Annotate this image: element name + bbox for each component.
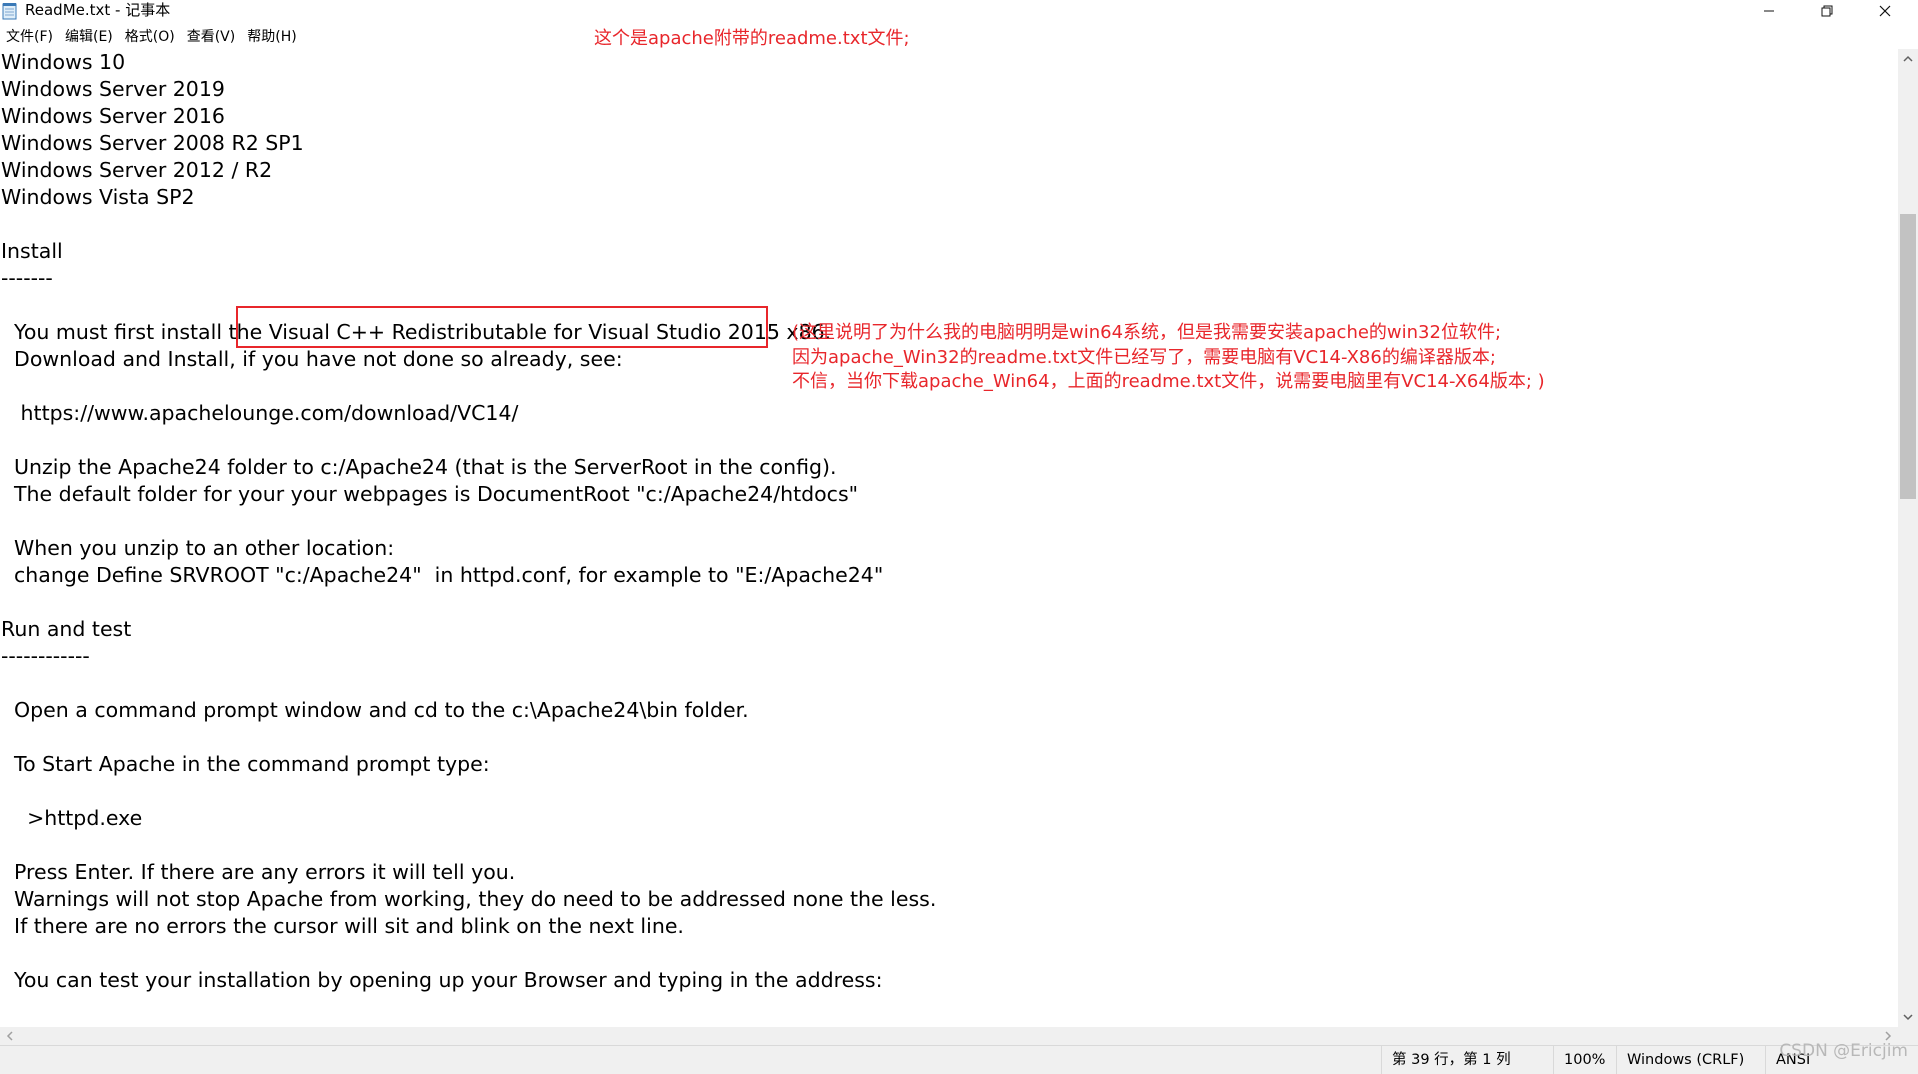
notepad-icon: [2, 2, 18, 20]
menu-view[interactable]: 查看(V): [181, 26, 242, 48]
title-bar: ReadMe.txt - 记事本: [0, 0, 1918, 22]
status-zoom: 100%: [1553, 1046, 1605, 1074]
text-line: Windows Server 2016: [1, 104, 225, 128]
minimize-button[interactable]: [1741, 0, 1797, 22]
scrollbar-thumb[interactable]: [1900, 214, 1916, 499]
annotation-side-note-line: 因为apache_Win32的readme.txt文件已经写了，需要电脑有VC1…: [792, 347, 1496, 368]
text-line: [1, 724, 936, 751]
text-line: >httpd.exe: [1, 806, 143, 830]
text-line: Windows Server 2012 / R2: [1, 158, 273, 182]
text-line: When you unzip to an other location:: [1, 536, 395, 560]
text-line: change Define SRVROOT "c:/Apache24" in h…: [1, 563, 884, 587]
text-line: [1, 427, 936, 454]
menu-bar: 文件(F) 编辑(E) 格式(O) 查看(V) 帮助(H): [0, 26, 303, 48]
text-line: Install: [1, 239, 63, 263]
annotation-side-note-line: (这里说明了为什么我的电脑明明是win64系统，但是我需要安装apache的wi…: [792, 322, 1502, 343]
text-line: Open a command prompt window and cd to t…: [1, 698, 749, 722]
text-line: -------: [1, 266, 53, 290]
menu-format[interactable]: 格式(O): [119, 26, 181, 48]
annotation-top-note: 这个是apache附带的readme.txt文件;: [594, 28, 910, 49]
close-button[interactable]: [1857, 0, 1913, 22]
scroll-up-icon[interactable]: [1898, 49, 1918, 69]
menu-file[interactable]: 文件(F): [0, 26, 59, 48]
notepad-window: ReadMe.txt - 记事本 文件(F) 编辑(E) 格式(O) 查看(V)…: [0, 0, 1918, 1074]
text-line: To Start Apache in the command prompt ty…: [1, 752, 490, 776]
annotation-side-note-line: 不信，当你下载apache_Win64，上面的readme.txt文件，说需要电…: [792, 371, 1545, 392]
text-line: [1, 670, 936, 697]
window-title: ReadMe.txt - 记事本: [25, 1, 171, 19]
text-line: Press Enter. If there are any errors it …: [1, 860, 516, 884]
scroll-left-icon[interactable]: [0, 1027, 20, 1045]
text-line: https://www.apachelounge.com/download/VC…: [1, 401, 519, 425]
text-line: The default folder for your your webpage…: [1, 482, 859, 506]
text-line: [1, 832, 936, 859]
text-line: If there are no errors the cursor will s…: [1, 914, 684, 938]
text-line: Windows Server 2019: [1, 77, 225, 101]
text-line: [1, 778, 936, 805]
text-line: [1, 211, 936, 238]
status-bar: 第 39 行，第 1 列 100% Windows (CRLF) ANSI: [0, 1045, 1918, 1074]
text-line: You can test your installation by openin…: [1, 968, 883, 992]
text-line: Windows Vista SP2: [1, 185, 195, 209]
status-line-ending: Windows (CRLF): [1616, 1046, 1744, 1074]
text-line: [1, 940, 936, 967]
horizontal-scrollbar[interactable]: [0, 1027, 1898, 1045]
restore-button[interactable]: [1799, 0, 1855, 22]
restore-icon: [1821, 2, 1833, 21]
vertical-scrollbar[interactable]: [1898, 49, 1918, 1027]
text-line: [1, 508, 936, 535]
text-line: Warnings will not stop Apache from worki…: [1, 887, 937, 911]
watermark: CSDN @Ericjim: [1779, 1041, 1908, 1061]
status-cursor-position: 第 39 行，第 1 列: [1381, 1046, 1511, 1074]
annotation-highlight-box: [236, 306, 768, 348]
minimize-icon: [1763, 2, 1775, 21]
text-line: Windows 10: [1, 50, 126, 74]
text-line: ------------: [1, 644, 90, 668]
text-line: [1, 589, 936, 616]
menu-edit[interactable]: 编辑(E): [59, 26, 119, 48]
editor-text[interactable]: Windows 10 Windows Server 2019 Windows Ser…: [1, 49, 936, 994]
scroll-down-icon[interactable]: [1898, 1007, 1918, 1027]
text-editor[interactable]: Windows 10 Windows Server 2019 Windows Ser…: [0, 49, 1898, 1027]
text-line: Windows Server 2008 R2 SP1: [1, 131, 304, 155]
menu-help[interactable]: 帮助(H): [241, 26, 302, 48]
text-line: Unzip the Apache24 folder to c:/Apache24…: [1, 455, 837, 479]
close-icon: [1879, 2, 1891, 21]
text-line: Run and test: [1, 617, 132, 641]
